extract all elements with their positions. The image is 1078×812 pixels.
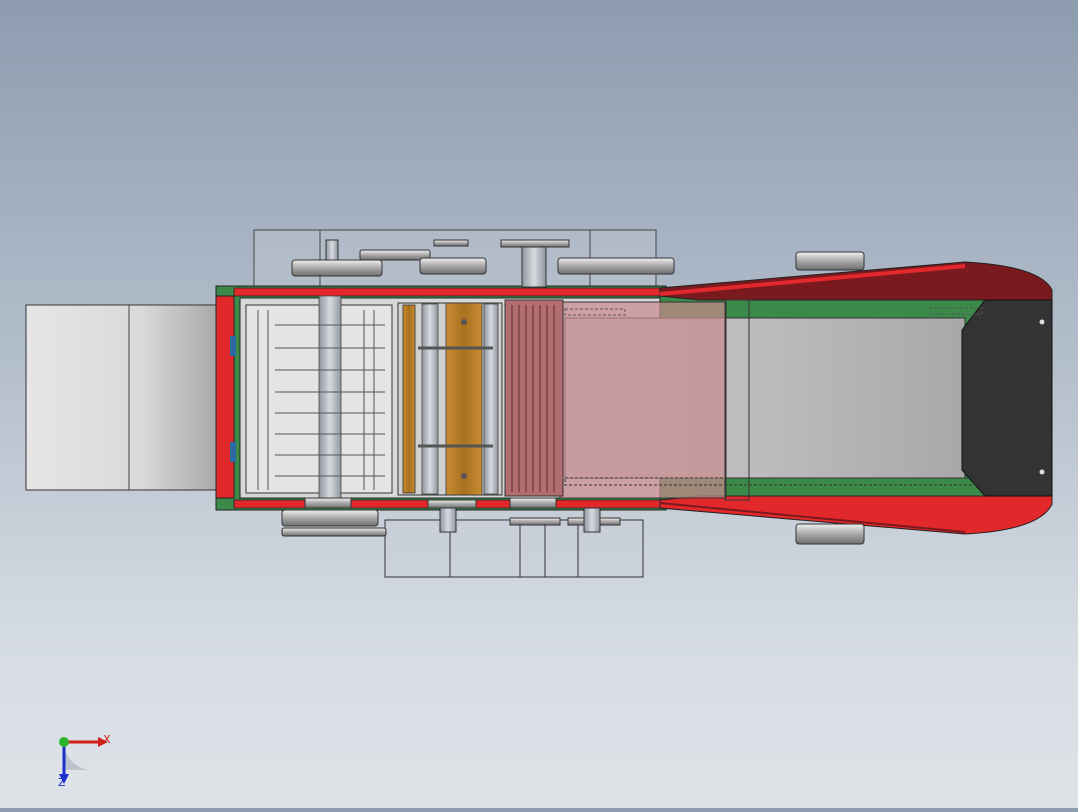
machine-assembly xyxy=(25,229,1053,578)
x-axis-label: X xyxy=(103,733,111,746)
wooden-roller-section[interactable] xyxy=(397,302,503,496)
ribbed-drum[interactable] xyxy=(504,299,564,497)
feed-hopper[interactable] xyxy=(25,304,219,491)
lower-guard-housing[interactable] xyxy=(384,519,644,578)
transparent-cover-panel[interactable] xyxy=(559,301,727,499)
cad-viewport[interactable]: X Z xyxy=(0,0,1078,808)
flail-rotor[interactable] xyxy=(245,295,393,501)
z-axis-label: Z xyxy=(58,776,66,789)
